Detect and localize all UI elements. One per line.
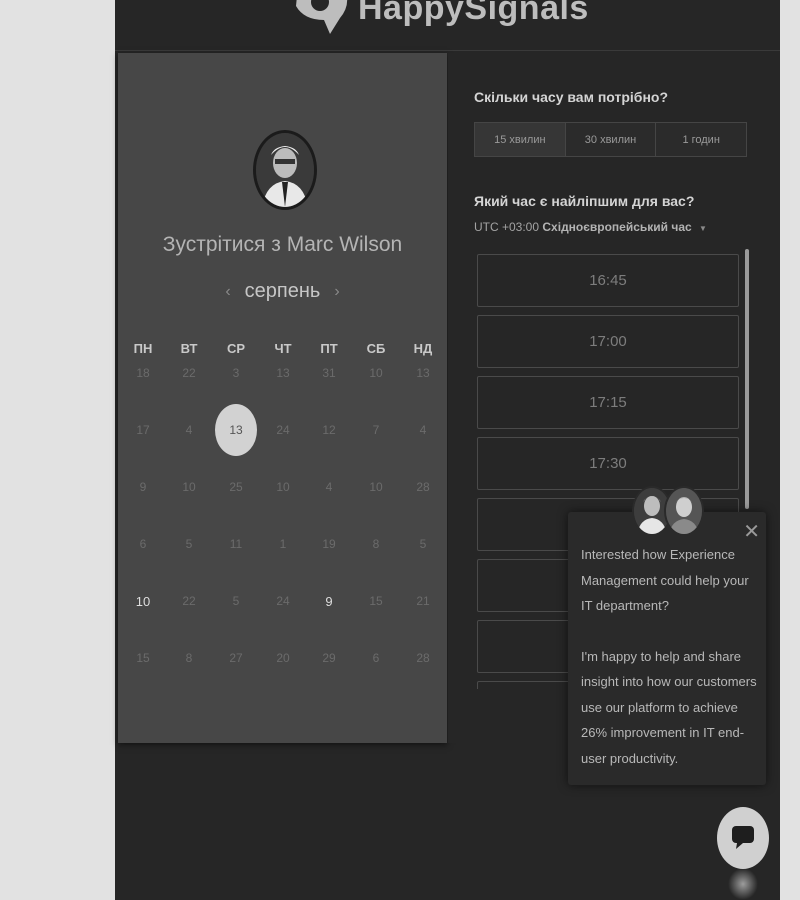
logo: HappySignals: [290, 0, 589, 38]
happysignals-logo-icon: [290, 0, 352, 36]
calendar-panel: Зустрітися з Marc Wilson ‹ серпень › ПН …: [118, 53, 447, 743]
calendar-day[interactable]: 6: [123, 524, 163, 564]
chat-agent-avatars: [632, 486, 708, 536]
chat-bubble-icon: [728, 821, 758, 856]
calendar-day[interactable]: 13: [263, 353, 303, 393]
header-divider: [115, 50, 780, 51]
calendar-day[interactable]: 5: [169, 524, 209, 564]
calendar-day[interactable]: 9: [123, 467, 163, 507]
timezone-offset: UTC +03:00: [474, 220, 540, 234]
calendar-day[interactable]: 28: [403, 467, 443, 507]
duration-question: Скільки часу вам потрібно?: [474, 89, 669, 105]
calendar-day[interactable]: 22: [169, 353, 209, 393]
calendar-day[interactable]: 29: [309, 638, 349, 678]
chat-message-offer: I'm happy to help and share insight into…: [581, 648, 757, 766]
month-navigation: ‹ серпень ›: [118, 280, 447, 303]
calendar-day[interactable]: 11: [216, 524, 256, 564]
chat-message: Interested how Experience Management cou…: [581, 542, 759, 771]
month-label: серпень: [244, 280, 321, 302]
calendar-day[interactable]: 25: [216, 467, 256, 507]
calendar-day[interactable]: 31: [309, 353, 349, 393]
calendar-day[interactable]: 12: [309, 410, 349, 450]
agent-avatar: [664, 486, 704, 536]
calendar-day[interactable]: 21: [403, 581, 443, 621]
time-slot[interactable]: 17:00: [477, 315, 739, 368]
chat-launcher-button[interactable]: [717, 807, 769, 869]
calendar-day[interactable]: 10: [123, 581, 163, 621]
chat-message-intro: Interested how Experience Management cou…: [581, 547, 749, 613]
calendar-day[interactable]: 6: [356, 638, 396, 678]
calendar-day[interactable]: 10: [263, 467, 303, 507]
slot-list-scrollbar[interactable]: [745, 249, 749, 509]
duration-option-30[interactable]: 30 хвилин: [566, 123, 657, 156]
chevron-left-icon[interactable]: ‹: [225, 283, 230, 301]
time-slot[interactable]: 17:15: [477, 376, 739, 429]
calendar-day[interactable]: 27: [216, 638, 256, 678]
calendar-day[interactable]: 15: [123, 638, 163, 678]
calendar-day[interactable]: 24: [263, 410, 303, 450]
calendar-day[interactable]: 19: [309, 524, 349, 564]
chat-popup: ✕ Interested how Experience Management c…: [568, 512, 766, 785]
calendar-day[interactable]: 15: [356, 581, 396, 621]
calendar-day[interactable]: 20: [263, 638, 303, 678]
time-slot[interactable]: 17:30: [477, 437, 739, 490]
calendar-day[interactable]: 17: [123, 410, 163, 450]
calendar-day[interactable]: 8: [169, 638, 209, 678]
calendar-day[interactable]: 1: [263, 524, 303, 564]
host-avatar: [253, 130, 317, 210]
calendar-day[interactable]: 10: [356, 353, 396, 393]
calendar-day[interactable]: 9: [309, 581, 349, 621]
duration-option-15[interactable]: 15 хвилин: [475, 123, 566, 156]
duration-option-60[interactable]: 1 годин: [656, 123, 746, 156]
calendar-day[interactable]: 4: [403, 410, 443, 450]
calendar-day[interactable]: 10: [356, 467, 396, 507]
calendar-day[interactable]: 24: [263, 581, 303, 621]
calendar-day[interactable]: 5: [216, 581, 256, 621]
calendar-day[interactable]: 5: [403, 524, 443, 564]
timezone-name: Східноєвропейський час: [542, 220, 692, 234]
calendar-day[interactable]: 18: [123, 353, 163, 393]
time-slot[interactable]: 16:45: [477, 254, 739, 307]
launcher-glow: [728, 868, 758, 900]
calendar-day[interactable]: 28: [403, 638, 443, 678]
chevron-right-icon[interactable]: ›: [334, 283, 339, 301]
calendar-day[interactable]: 4: [169, 410, 209, 450]
time-question: Який час є найліпшим для вас?: [474, 193, 695, 209]
calendar-day[interactable]: 10: [169, 467, 209, 507]
close-icon[interactable]: ✕: [743, 522, 760, 542]
calendar-day[interactable]: 4: [309, 467, 349, 507]
calendar-day[interactable]: 7: [356, 410, 396, 450]
calendar-day-selected[interactable]: 13: [215, 404, 257, 456]
calendar-day[interactable]: 13: [403, 353, 443, 393]
logo-text: HappySignals: [358, 0, 589, 27]
duration-selector: 15 хвилин 30 хвилин 1 годин: [474, 122, 747, 157]
caret-down-icon: ▼: [699, 224, 707, 233]
meeting-title: Зустрітися з Marc Wilson: [162, 233, 403, 256]
calendar-day[interactable]: 3: [216, 353, 256, 393]
calendar-day[interactable]: 8: [356, 524, 396, 564]
timezone-selector[interactable]: UTC +03:00 Східноєвропейський час ▼: [474, 220, 707, 234]
calendar-day[interactable]: 22: [169, 581, 209, 621]
